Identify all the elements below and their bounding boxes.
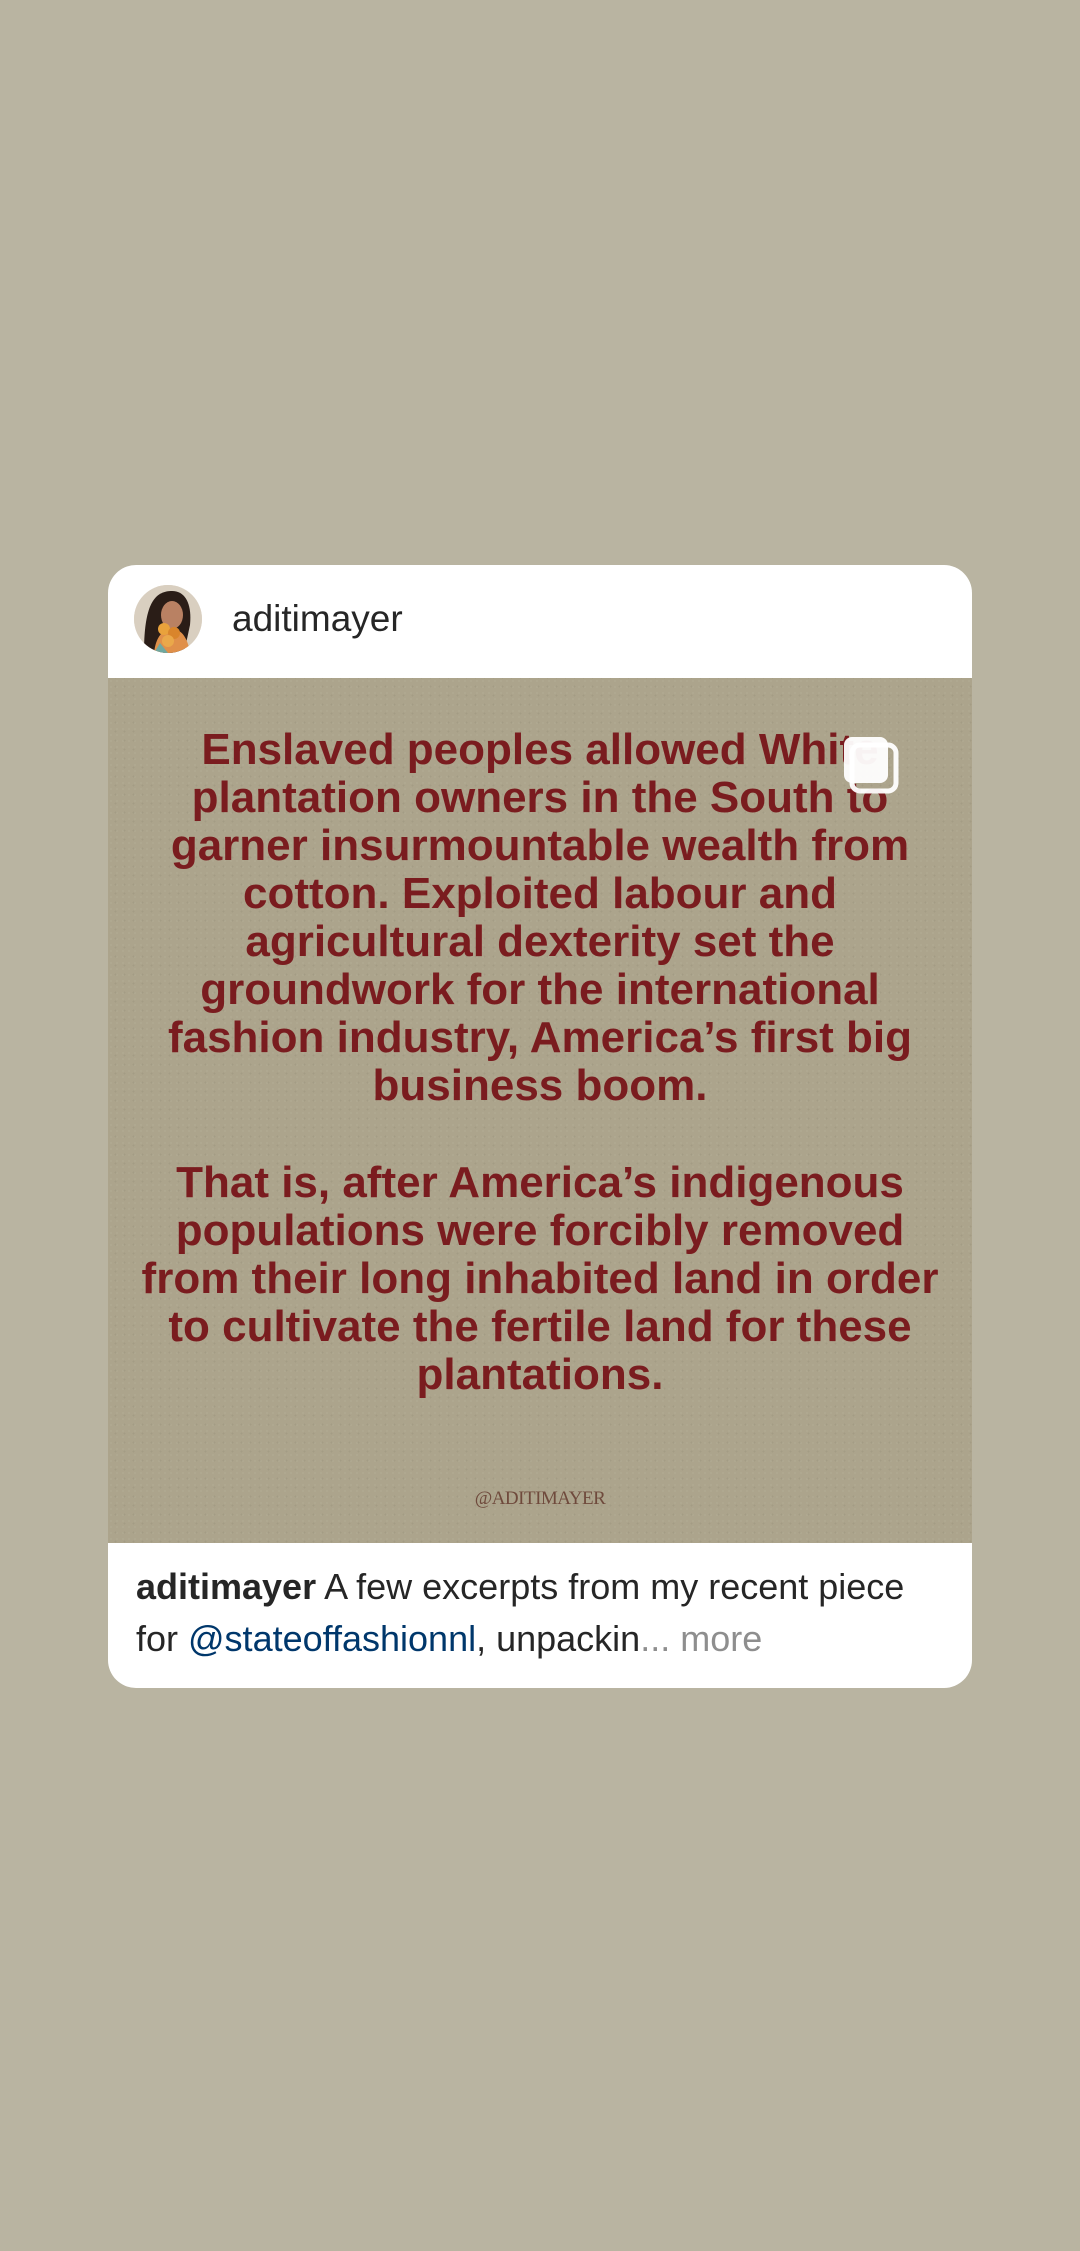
profile-photo-icon [134, 585, 202, 653]
shared-post-card[interactable]: aditimayer Enslaved peoples allowed Whit… [108, 565, 972, 1688]
post-caption: aditimayer A few excerpts from my recent… [136, 1561, 946, 1665]
image-watermark: @ADITIMAYER [474, 1488, 606, 1509]
quote-paragraph-1: Enslaved peoples allowed White plantatio… [167, 725, 913, 1110]
caption-text-continued: , unpackin [476, 1618, 641, 1659]
carousel-icon [844, 737, 899, 794]
post-header[interactable]: aditimayer [108, 565, 972, 678]
avatar[interactable] [134, 585, 202, 653]
post-username[interactable]: aditimayer [232, 595, 403, 643]
more-link[interactable]: more [670, 1618, 762, 1659]
caption-mention-link[interactable]: @stateoffashionnl [188, 1618, 476, 1659]
quote-paragraph-2: That is, after America’s indigenous popu… [141, 1158, 939, 1399]
caption-username[interactable]: aditimayer [136, 1566, 316, 1607]
post-image[interactable]: Enslaved peoples allowed White plantatio… [108, 678, 972, 1543]
caption-ellipsis: ... [640, 1618, 671, 1659]
